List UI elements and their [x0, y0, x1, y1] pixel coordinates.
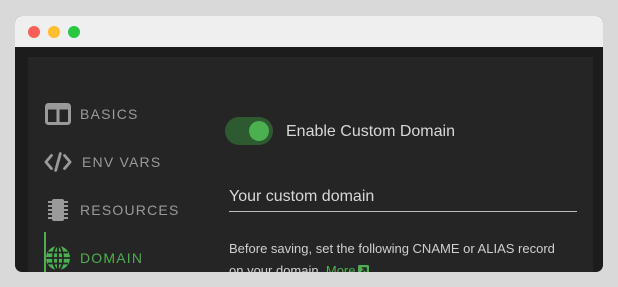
- dns-help-message: Before saving, set the following CNAME o…: [229, 241, 555, 272]
- external-link-icon: [358, 261, 370, 272]
- sidebar: BASICS ENV VARS RESOURCES DOMAIN: [28, 57, 208, 272]
- sidebar-item-label: DOMAIN: [80, 250, 144, 266]
- sidebar-item-basics[interactable]: BASICS: [44, 90, 204, 138]
- layout-icon: [44, 100, 72, 128]
- chip-icon: [44, 196, 72, 224]
- sidebar-item-label: RESOURCES: [80, 202, 180, 218]
- custom-domain-input[interactable]: [229, 183, 577, 212]
- close-window-button[interactable]: [28, 26, 40, 38]
- maximize-window-button[interactable]: [68, 26, 80, 38]
- minimize-window-button[interactable]: [48, 26, 60, 38]
- title-bar: [15, 16, 603, 47]
- sidebar-item-label: BASICS: [80, 106, 139, 122]
- dns-help-text: Before saving, set the following CNAME o…: [229, 238, 569, 272]
- more-link[interactable]: More: [326, 263, 370, 272]
- toggle-knob: [249, 121, 269, 141]
- globe-icon: [44, 244, 72, 272]
- custom-domain-toggle-label: Enable Custom Domain: [286, 123, 455, 140]
- code-icon: [44, 148, 72, 176]
- more-link-label: More: [325, 263, 356, 272]
- sidebar-item-resources[interactable]: RESOURCES: [44, 186, 204, 234]
- sidebar-item-env-vars[interactable]: ENV VARS: [44, 138, 204, 186]
- domain-settings: Enable Custom Domain Before saving, set …: [211, 57, 593, 272]
- sidebar-item-domain[interactable]: DOMAIN: [44, 234, 204, 272]
- custom-domain-toggle[interactable]: [225, 117, 273, 145]
- settings-panel: BASICS ENV VARS RESOURCES DOMAIN Enable …: [28, 57, 593, 272]
- app-window: BASICS ENV VARS RESOURCES DOMAIN Enable …: [15, 16, 603, 272]
- sidebar-item-label: ENV VARS: [82, 154, 162, 170]
